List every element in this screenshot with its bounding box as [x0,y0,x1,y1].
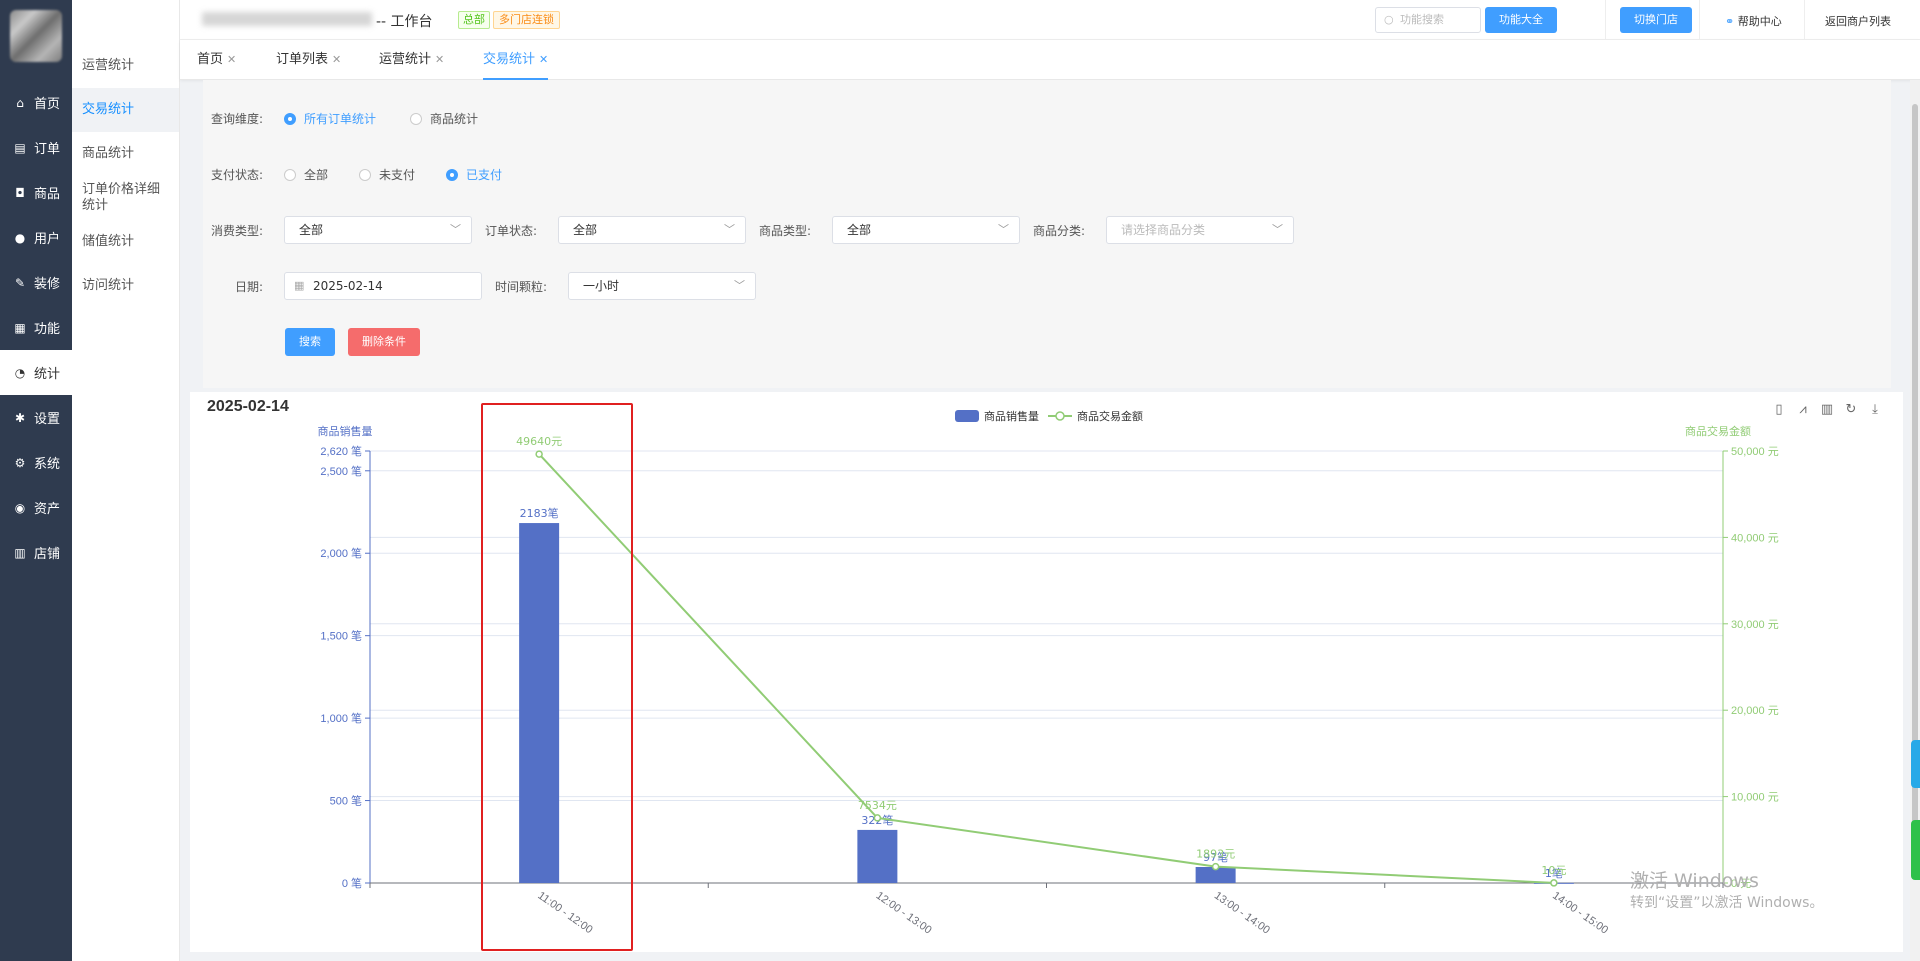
y-left-tick-label: 2,500 笔 [320,464,362,478]
floating-widget-green[interactable] [1911,820,1920,880]
y-right-tick-label: 50,000 元 [1731,446,1779,458]
y-left-tick-label: 0 笔 [342,876,362,890]
x-tick-label: 14:00 - 15:00 [1550,890,1610,937]
y-left-tick-label: 1,000 笔 [320,711,362,725]
line-data-label: 10元 [1541,864,1566,877]
y-right-tick-label: 20,000 元 [1731,705,1779,717]
y-right-axis-name: 商品交易金额 [1685,424,1751,438]
legend-marker-amount [1055,411,1065,421]
app-root: ⌂ 首页 ▤ 订单 ◘ 商品 ● 用户 ✎ 装修 ▦ 功能 ◔ 统计 ✱ 设置 ⚙ 系统 ◉ 资产 ▥ 店铺 运营统计 交易… [0,0,1920,961]
y-right-tick-label: 40,000 元 [1731,532,1779,544]
activation-watermark-title: 激活 Windows [1630,870,1759,892]
legend-label-sales: 商品销售量 [984,409,1039,423]
line-point [873,814,882,822]
floating-widget-blue[interactable] [1911,740,1920,788]
y-left-axis-name: 商品销售量 [318,424,373,438]
data-view-icon[interactable]: ▯ [1770,402,1788,418]
y-left-tick-label: 2,000 笔 [320,546,362,560]
line-point [1550,879,1558,887]
legend-swatch-sales [955,410,979,422]
chart-toolbox: ▯ ⩘ ▥ ↻ ⤓ [1764,402,1884,418]
y-left-tick-label: 2,620 笔 [320,444,362,458]
y-right-tick-label: 10,000 元 [1731,792,1779,804]
bar-chart-icon[interactable]: ▥ [1818,402,1836,418]
refresh-icon[interactable]: ↻ [1842,402,1860,418]
activation-watermark-sub: 转到“设置”以激活 Windows。 [1630,895,1824,911]
line-series [538,453,1554,884]
x-tick-label: 13:00 - 14:00 [1212,890,1272,937]
y-right-tick-label: 30,000 元 [1731,619,1779,631]
highlight-box [481,403,633,951]
line-chart-icon[interactable]: ⩘ [1794,402,1812,418]
line-point [1211,862,1220,871]
download-icon[interactable]: ⤓ [1866,402,1884,418]
transaction-chart: 0 笔 500 笔 1,000 笔 1,500 笔 2,000 笔 2,500 笔 2,62… [318,409,1779,937]
line-data-label: 1893元 [1196,848,1235,861]
x-tick-label: 12:00 - 13:00 [874,890,934,937]
legend-label-amount: 商品交易金额 [1077,409,1143,423]
y-left-tick-label: 500 笔 [330,794,362,808]
y-left-tick-label: 1,500 笔 [320,629,362,643]
bar [857,829,898,883]
line-data-label: 7534元 [858,799,897,812]
